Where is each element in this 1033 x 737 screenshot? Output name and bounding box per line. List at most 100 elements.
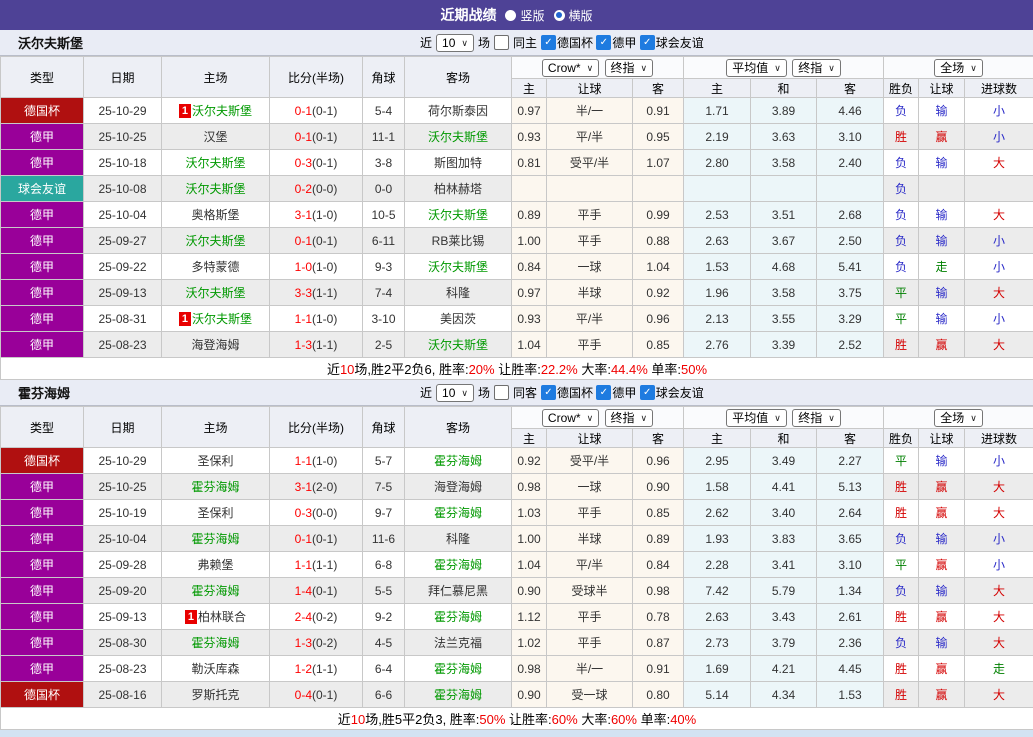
away-team[interactable]: 海登海姆 [434, 480, 482, 494]
handicap-line: 一球 [547, 254, 633, 280]
home-team[interactable]: 奥格斯堡 [191, 208, 239, 222]
league-checkbox[interactable]: ✓ [596, 35, 611, 50]
result-wdl: 平 [884, 306, 919, 332]
match-row: 德甲 25-09-13 沃尔夫斯堡 3-3(1-1) 7-4 科隆 0.97 半… [1, 280, 1033, 306]
match-type-badge: 德甲 [1, 280, 84, 306]
away-team[interactable]: 荷尔斯泰因 [428, 104, 488, 118]
handicap-home-odds [512, 176, 547, 202]
handicap-time-select[interactable]: 终指∨ [605, 59, 654, 77]
home-team[interactable]: 柏林联合 [198, 610, 246, 624]
away-team[interactable]: 柏林赫塔 [434, 182, 482, 196]
home-team[interactable]: 多特蒙德 [191, 260, 239, 274]
home-team[interactable]: 勒沃库森 [191, 662, 239, 676]
radio-horizontal-icon[interactable] [554, 10, 565, 21]
layout-radio-vertical[interactable]: 竖版 [505, 7, 544, 24]
away-team[interactable]: 沃尔夫斯堡 [428, 260, 488, 274]
result-handicap: 输 [919, 578, 965, 604]
handicap-time-select[interactable]: 终指∨ [605, 409, 654, 427]
match-row: 德国杯 25-10-29 1沃尔夫斯堡 0-1(0-1) 5-4 荷尔斯泰因 0… [1, 98, 1033, 124]
away-team[interactable]: 斯图加特 [434, 156, 482, 170]
match-date: 25-09-22 [84, 254, 162, 280]
match-row: 德甲 25-09-27 沃尔夫斯堡 0-1(0-1) 6-11 RB莱比锡 1.… [1, 228, 1033, 254]
match-row: 德国杯 25-10-29 圣保利 1-1(1-0) 5-7 霍芬海姆 0.92 … [1, 448, 1033, 474]
away-team[interactable]: 沃尔夫斯堡 [428, 130, 488, 144]
radio-vertical-icon[interactable] [505, 10, 516, 21]
result-wdl: 胜 [884, 124, 919, 150]
away-team[interactable]: RB莱比锡 [432, 234, 485, 248]
league-label: 德国杯 [557, 384, 593, 401]
away-team[interactable]: 霍芬海姆 [434, 506, 482, 520]
result-wdl: 负 [884, 202, 919, 228]
home-team[interactable]: 霍芬海姆 [191, 636, 239, 650]
away-team[interactable]: 美因茨 [440, 312, 476, 326]
same-venue-checkbox[interactable] [494, 35, 509, 50]
away-team[interactable]: 霍芬海姆 [434, 688, 482, 702]
away-team[interactable]: 霍芬海姆 [434, 610, 482, 624]
games-label: 场 [478, 384, 490, 401]
home-team[interactable]: 沃尔夫斯堡 [185, 156, 245, 170]
home-team[interactable]: 弗赖堡 [197, 558, 233, 572]
match-count-select[interactable]: 10∨ [436, 384, 474, 402]
bookmaker-select[interactable]: Crow*∨ [542, 409, 599, 427]
home-team[interactable]: 沃尔夫斯堡 [185, 286, 245, 300]
bookmaker-select[interactable]: Crow*∨ [542, 59, 599, 77]
match-count-select[interactable]: 10∨ [436, 34, 474, 52]
same-venue-checkbox[interactable] [494, 385, 509, 400]
home-team[interactable]: 罗斯托克 [191, 688, 239, 702]
euro-home-odds: 2.63 [684, 604, 751, 630]
corners: 3-8 [363, 150, 405, 176]
avg-odds-select[interactable]: 平均值∨ [726, 59, 787, 77]
league-checkbox[interactable]: ✓ [541, 35, 556, 50]
league-checkbox[interactable]: ✓ [640, 385, 655, 400]
match-row: 德甲 25-08-23 勒沃库森 1-2(1-1) 6-4 霍芬海姆 0.98 … [1, 656, 1033, 682]
euro-time-select[interactable]: 终指∨ [792, 409, 841, 427]
away-team[interactable]: 科隆 [446, 286, 470, 300]
home-team[interactable]: 海登海姆 [191, 338, 239, 352]
handicap-home-odds: 1.00 [512, 228, 547, 254]
score-cell: 1-4(0-1) [270, 578, 363, 604]
league-checkbox[interactable]: ✓ [541, 385, 556, 400]
home-team[interactable]: 沃尔夫斯堡 [185, 234, 245, 248]
away-team[interactable]: 霍芬海姆 [434, 454, 482, 468]
home-team[interactable]: 沃尔夫斯堡 [192, 312, 252, 326]
away-team[interactable]: 科隆 [446, 532, 470, 546]
away-team[interactable]: 拜仁慕尼黑 [428, 584, 488, 598]
home-team[interactable]: 汉堡 [203, 130, 227, 144]
euro-away-odds: 3.10 [817, 552, 884, 578]
chevron-down-icon: ∨ [587, 61, 594, 75]
home-team[interactable]: 沃尔夫斯堡 [185, 182, 245, 196]
team-name: 霍芬海姆 [18, 383, 70, 402]
chevron-down-icon: ∨ [774, 411, 781, 425]
home-team[interactable]: 圣保利 [197, 506, 233, 520]
layout-radio-horizontal[interactable]: 横版 [554, 7, 593, 24]
away-team-cell: 柏林赫塔 [405, 176, 512, 202]
near-label: 近 [420, 384, 432, 401]
euro-away-odds: 2.64 [817, 500, 884, 526]
home-team[interactable]: 霍芬海姆 [191, 532, 239, 546]
away-team[interactable]: 霍芬海姆 [434, 558, 482, 572]
home-team[interactable]: 圣保利 [197, 454, 233, 468]
away-team[interactable]: 霍芬海姆 [434, 662, 482, 676]
away-team-cell: 科隆 [405, 280, 512, 306]
halftime-score: (0-1) [312, 156, 337, 170]
home-team[interactable]: 霍芬海姆 [191, 584, 239, 598]
euro-away-odds: 2.50 [817, 228, 884, 254]
result-handicap: 赢 [919, 124, 965, 150]
home-team[interactable]: 沃尔夫斯堡 [192, 104, 252, 118]
away-team[interactable]: 法兰克福 [434, 636, 482, 650]
league-checkbox[interactable]: ✓ [596, 385, 611, 400]
result-handicap: 输 [919, 630, 965, 656]
match-row: 德甲 25-08-31 1沃尔夫斯堡 1-1(1-0) 3-10 美因茨 0.9… [1, 306, 1033, 332]
fulltime-score: 3-1 [295, 208, 312, 222]
away-team[interactable]: 沃尔夫斯堡 [428, 338, 488, 352]
fulltime-select[interactable]: 全场∨ [934, 409, 983, 427]
away-team[interactable]: 沃尔夫斯堡 [428, 208, 488, 222]
euro-time-select[interactable]: 终指∨ [792, 59, 841, 77]
result-goals: 大 [965, 604, 1033, 630]
home-team[interactable]: 霍芬海姆 [191, 480, 239, 494]
euro-home-odds: 7.42 [684, 578, 751, 604]
fulltime-select[interactable]: 全场∨ [934, 59, 983, 77]
result-goals: 小 [965, 448, 1033, 474]
league-checkbox[interactable]: ✓ [640, 35, 655, 50]
avg-odds-select[interactable]: 平均值∨ [726, 409, 787, 427]
